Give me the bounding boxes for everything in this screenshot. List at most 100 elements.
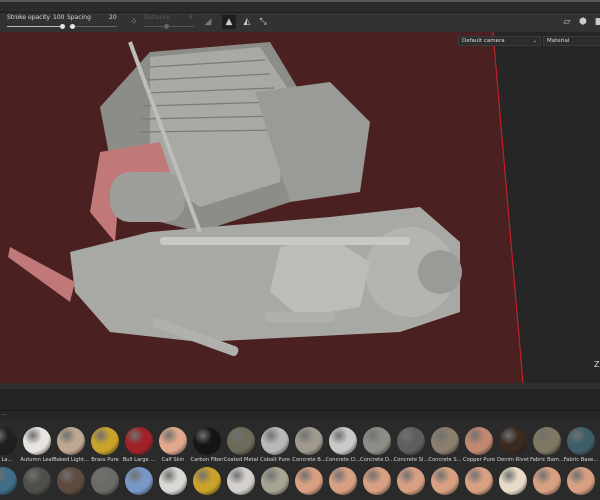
material-preview-sphere [23,467,51,495]
projection-icon[interactable]: ◭ [240,15,254,29]
material-item[interactable] [20,461,54,500]
material-preview-sphere [261,427,289,455]
shelf-header [0,389,600,411]
material-item[interactable]: Concrete B... [292,421,326,463]
material-item[interactable] [54,461,88,500]
material-preview-sphere [295,427,323,455]
material-preview-sphere [567,427,595,455]
slider-handle[interactable] [60,24,65,29]
material-item[interactable]: Baked Light... [53,421,89,463]
material-item[interactable]: Coated Metal [224,421,258,463]
tool-properties-bar: Stroke opacity 100 Spacing 20 ⁘ Distance… [0,13,600,32]
material-item[interactable]: Fabric Bam... [530,421,564,463]
lazy-mouse-icon[interactable]: ⁘ [127,15,141,29]
material-preview-sphere [261,467,289,495]
material-preview-sphere [57,427,85,455]
material-item[interactable] [258,461,292,500]
spacing-slider[interactable] [69,24,117,29]
shelf-filter-row[interactable]: … [0,411,600,421]
material-item[interactable]: Bull Large ... [122,421,156,463]
material-item[interactable] [326,461,360,500]
material-preview-sphere [23,427,51,455]
material-preview-sphere [0,467,17,495]
material-item[interactable] [360,461,394,500]
material-preview-sphere [465,427,493,455]
material-preview-sphere [227,427,255,455]
material-item[interactable] [88,461,122,500]
material-item[interactable]: Brass Pure [88,421,122,463]
material-item[interactable] [224,461,258,500]
material-preview-sphere [159,427,187,455]
material-preview-sphere [125,427,153,455]
display-mode-value: Material [547,38,570,44]
material-item[interactable]: Cobalt Pure [258,421,292,463]
slider-handle [164,24,169,29]
material-preview-sphere [465,467,493,495]
material-item[interactable]: ...l La... [0,421,20,463]
material-preview-sphere [363,427,391,455]
viewport-scene [0,32,524,383]
material-preview-sphere [567,467,595,495]
material-item[interactable] [0,461,20,500]
material-preview-sphere [57,467,85,495]
material-preview-sphere [295,467,323,495]
material-preview-sphere [397,427,425,455]
alignment-icon[interactable]: ▲ [222,15,236,29]
material-item[interactable] [428,461,462,500]
material-preview-sphere [329,467,357,495]
material-item[interactable]: Concrete S... [428,421,462,463]
material-preview-sphere [159,467,187,495]
stroke-opacity-slider[interactable] [7,24,65,29]
display-mode-dropdown[interactable]: Material [543,36,600,46]
material-preview-sphere [125,467,153,495]
material-item[interactable] [156,461,190,500]
distance-label: Distance [144,14,171,21]
material-item[interactable]: Concrete Cl... [325,421,361,463]
stroke-opacity-value[interactable]: 100 [53,14,64,21]
slider-handle[interactable] [70,24,75,29]
3d-viewport[interactable]: Default camera ⌄ Material Z [0,32,600,383]
material-item[interactable] [190,461,224,500]
axis-gizmo-z: Z [594,360,600,369]
material-item[interactable]: Copper Pure [462,421,496,463]
material-preview-sphere [499,467,527,495]
material-preview-sphere [363,467,391,495]
render-icon[interactable]: ■ [592,15,600,29]
material-item[interactable]: Concrete D... [360,421,394,463]
material-item[interactable]: Autumn Leaf [20,421,54,463]
material-preview-sphere [193,467,221,495]
menu-bar [0,0,600,13]
material-item[interactable] [394,461,428,500]
material-item[interactable]: Carbon Fiber [190,421,224,463]
material-item[interactable]: Fabric Base... [564,421,598,463]
material-preview-sphere [193,427,221,455]
material-item[interactable] [292,461,326,500]
transform-icon[interactable]: ⤡ [256,15,270,29]
material-preview-sphere [431,427,459,455]
material-preview-sphere [0,427,17,455]
spacing-value[interactable]: 20 [109,14,117,21]
material-item[interactable] [122,461,156,500]
material-item[interactable] [496,461,530,500]
material-preview-sphere [533,467,561,495]
spacing-label: Spacing [67,14,91,21]
material-item[interactable]: Calf Skin [156,421,190,463]
material-item[interactable] [564,461,598,500]
material-preview-sphere [397,467,425,495]
material-shelf: ...l La...Autumn LeafBaked Light...Brass… [0,421,600,500]
material-item[interactable] [462,461,496,500]
material-item[interactable] [530,461,564,500]
camera-frame-icon[interactable]: ▱ [560,15,574,29]
distance-value: 8 [189,14,193,21]
material-item[interactable]: Concrete Sl... [394,421,428,463]
material-item[interactable]: Denim Rivet [496,421,530,463]
camera-dropdown-value: Default camera [462,38,505,44]
shading-icon[interactable]: ⬢ [576,15,590,29]
material-preview-sphere [499,427,527,455]
material-preview-sphere [329,427,357,455]
material-preview-sphere [533,427,561,455]
camera-dropdown[interactable]: Default camera ⌄ [458,36,541,46]
distance-slider [144,24,194,29]
material-preview-sphere [431,467,459,495]
symmetry-icon[interactable]: ◢ [201,15,215,29]
